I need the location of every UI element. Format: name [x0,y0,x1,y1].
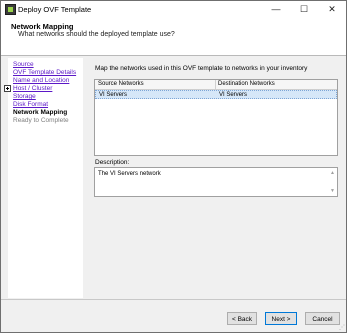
step-disk-format-link[interactable]: Disk Format [13,101,48,108]
footer-divider [1,299,346,300]
description-box: The VI Servers network ▲ ▼ [94,167,338,197]
scroll-up-icon[interactable]: ▲ [330,170,335,176]
close-button[interactable]: ✕ [318,1,346,18]
step-ready-to-complete: Ready to Complete [13,117,69,124]
step-ovf-template-details-link[interactable]: OVF Template Details [13,69,76,76]
cancel-button[interactable]: Cancel [305,312,340,325]
network-mapping-grid[interactable]: Source Networks Destination Networks VI … [94,79,338,156]
app-icon [5,4,16,15]
wizard-steps-panel: Source OVF Template Details Name and Loc… [4,58,83,298]
description-text: The VI Servers network [98,171,161,177]
table-row[interactable]: VI Servers VI Servers [95,90,337,99]
wizard-header: Network Mapping What networks should the… [1,18,346,56]
page-subtitle: What networks should the deployed templa… [18,31,175,38]
description-label: Description: [95,159,130,166]
column-header-source[interactable]: Source Networks [98,81,144,87]
next-button[interactable]: Next > [265,312,297,325]
maximize-button[interactable]: ☐ [290,1,318,18]
minimize-button[interactable]: — [262,1,290,18]
step-name-and-location-link[interactable]: Name and Location [13,77,69,84]
resize-grip-icon[interactable]: ⋰ [339,324,345,331]
column-header-destination[interactable]: Destination Networks [218,81,275,87]
column-divider[interactable] [215,80,216,89]
expand-icon[interactable] [4,85,11,92]
destination-network-cell[interactable]: VI Servers [219,92,247,98]
dialog-window: Deploy OVF Template — ☐ ✕ Network Mappin… [0,0,347,333]
grid-header: Source Networks Destination Networks [95,80,337,90]
back-button[interactable]: < Back [227,312,257,325]
scroll-down-icon[interactable]: ▼ [330,188,335,194]
step-source-link[interactable]: Source [13,61,34,68]
title-bar[interactable]: Deploy OVF Template — ☐ ✕ [1,1,346,18]
step-network-mapping: Network Mapping [13,109,68,116]
window-title: Deploy OVF Template [18,5,92,14]
step-host-cluster-link[interactable]: Host / Cluster [13,85,52,92]
page-title: Network Mapping [11,22,74,31]
instruction-text: Map the networks used in this OVF templa… [95,65,308,72]
source-network-cell: VI Servers [99,92,128,98]
step-storage-link[interactable]: Storage [13,93,36,100]
